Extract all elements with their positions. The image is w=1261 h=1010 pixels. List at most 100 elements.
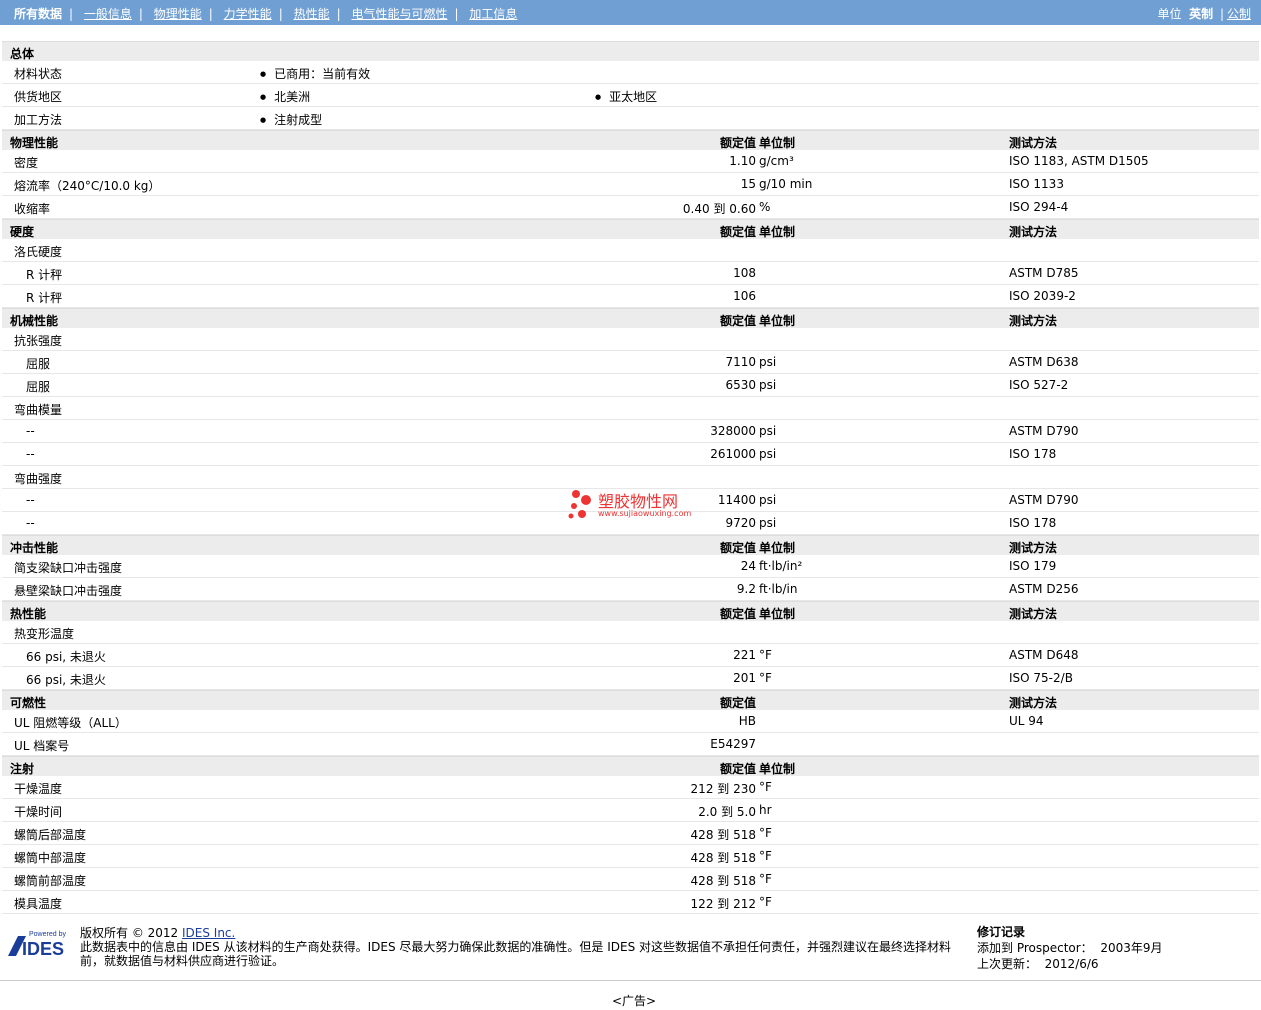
- row-unit: ft·lb/in²: [759, 559, 803, 573]
- group-label: 洛氏硬度: [14, 245, 63, 259]
- row-unit: hr: [759, 803, 772, 817]
- row-value: HB: [738, 714, 756, 728]
- row-value: 11400: [717, 493, 756, 507]
- table-row: 螺筒前部温度 428 到 518 °F: [2, 868, 1259, 891]
- col-header-unit: 单位制: [759, 762, 796, 776]
- revision-title: 修订记录: [977, 925, 1026, 939]
- section-header-mechanical: 机械性能 额定值 单位制 测试方法: [2, 308, 1259, 328]
- nav-thermal[interactable]: 热性能: [294, 7, 330, 21]
- row-value: E54297: [710, 737, 756, 751]
- table-row: 螺筒后部温度 428 到 518 °F: [2, 822, 1259, 845]
- row-label: --: [26, 424, 35, 438]
- updated-label: 上次更新：: [977, 957, 1038, 971]
- table-row: 螺筒中部温度 428 到 518 °F: [2, 845, 1259, 868]
- nav-mechanical[interactable]: 力学性能: [224, 7, 272, 21]
- unit-switch: 单位 英制 | 公制: [1157, 7, 1251, 21]
- group-label: 热变形温度: [14, 627, 75, 641]
- row-unit: °F: [759, 849, 772, 863]
- row-unit: psi: [759, 355, 777, 369]
- table-row: 屈服 7110 psi ASTM D638: [2, 351, 1259, 374]
- group-label: 抗张强度: [14, 334, 63, 348]
- col-header-unit: 单位制: [759, 225, 796, 239]
- row-value: 9720: [725, 516, 756, 530]
- row-label: 螺筒后部温度: [14, 828, 87, 842]
- table-row: 66 psi, 未退火 221 °F ASTM D648: [2, 644, 1259, 667]
- col-header-value: 额定值: [719, 607, 756, 621]
- section-header-impact: 冲击性能 额定值 单位制 测试方法: [2, 535, 1259, 555]
- section-header-injection: 注射 额定值 单位制: [2, 756, 1259, 776]
- row-method: UL 94: [1009, 714, 1044, 728]
- row-value: 9.2: [736, 582, 756, 596]
- row-unit: %: [759, 200, 771, 214]
- top-nav-bar: 所有数据 | 一般信息 | 物理性能 | 力学性能 | 热性能 | 电气性能与可燃性 | 加…: [0, 0, 1261, 25]
- row-value: 注射成型: [260, 111, 322, 128]
- table-row: 材料状态 已商用：当前有效: [2, 61, 1259, 84]
- watermark: 塑胶物性网 www.sujiaowuxing.com: [566, 488, 696, 522]
- row-label: 材料状态: [14, 67, 63, 81]
- group-row: 抗张强度: [2, 328, 1259, 351]
- table-row: 密度 1.10 g/cm³ ISO 1183, ASTM D1505: [2, 150, 1259, 173]
- row-label: --: [26, 516, 35, 530]
- section-header-flammability: 可燃性 额定值 测试方法: [2, 690, 1259, 710]
- table-row: 供货地区 北美洲 亚太地区: [2, 84, 1259, 107]
- col-header-unit: 单位制: [759, 607, 796, 621]
- row-method: ISO 294-4: [1009, 200, 1069, 214]
- watermark-dots-icon: [568, 490, 591, 519]
- svg-text:IDES: IDES: [22, 939, 64, 956]
- table-row: UL 阻燃等级（ALL） HB UL 94: [2, 710, 1259, 733]
- row-unit: psi: [759, 493, 777, 507]
- nav-electrical[interactable]: 电气性能与可燃性: [351, 7, 447, 21]
- row-unit: psi: [759, 424, 777, 438]
- group-label: 弯曲强度: [14, 472, 63, 486]
- row-label: 66 psi, 未退火: [26, 650, 106, 664]
- section-header-thermal: 热性能 额定值 单位制 测试方法: [2, 601, 1259, 621]
- nav-physical[interactable]: 物理性能: [154, 7, 202, 21]
- row-value: 428 到 518: [690, 874, 756, 888]
- row-method: ISO 178: [1009, 516, 1057, 530]
- group-row: 弯曲模量: [2, 397, 1259, 420]
- ad-label[interactable]: <广告>: [612, 992, 656, 1009]
- row-label: 供货地区: [14, 90, 63, 104]
- added-label: 添加到 Prospector：: [977, 941, 1093, 955]
- row-method: ISO 179: [1009, 559, 1057, 573]
- section-title: 冲击性能: [10, 541, 59, 555]
- row-label: 加工方法: [14, 113, 63, 127]
- divider: [0, 980, 1261, 981]
- nav-processing[interactable]: 加工信息: [469, 7, 517, 21]
- table-row: 简支梁缺口冲击强度 24 ft·lb/in² ISO 179: [2, 555, 1259, 578]
- ides-logo: Powered by IDES: [8, 928, 70, 959]
- row-label: 悬壁梁缺口冲击强度: [14, 584, 123, 598]
- table-row: -- 261000 psi ISO 178: [2, 443, 1259, 466]
- row-label: 干燥温度: [14, 782, 63, 796]
- table-row: 加工方法 注射成型: [2, 107, 1259, 130]
- col-header-unit: 单位制: [759, 136, 796, 150]
- unit-metric-link[interactable]: 公制: [1227, 7, 1251, 21]
- row-value: 108: [733, 266, 756, 280]
- disclaimer-text: 此数据表中的信息由 IDES 从该材料的生产商处获得。IDES 尽最大努力确保此…: [80, 940, 952, 968]
- row-value: 328000: [710, 424, 756, 438]
- nav-general-info[interactable]: 一般信息: [84, 7, 132, 21]
- table-row: 屈服 6530 psi ISO 527-2: [2, 374, 1259, 397]
- table-row: 66 psi, 未退火 201 °F ISO 75-2/B: [2, 667, 1259, 690]
- nav-all-data[interactable]: 所有数据: [14, 7, 62, 21]
- row-method: ISO 1183, ASTM D1505: [1009, 154, 1149, 168]
- row-value: 24: [740, 559, 756, 573]
- col-header-value: 额定值: [719, 541, 756, 555]
- ides-link[interactable]: IDES Inc.: [182, 926, 235, 940]
- row-value: 428 到 518: [690, 851, 756, 865]
- section-header-general: 总体: [2, 41, 1259, 61]
- ides-logo-icon: Powered by IDES: [8, 931, 66, 959]
- row-label: UL 档案号: [14, 739, 70, 753]
- table-row: R 计秤 106 ISO 2039-2: [2, 285, 1259, 308]
- table-row: 熔流率（240°C/10.0 kg） 15 g/10 min ISO 1133: [2, 173, 1259, 196]
- svg-text:Powered by: Powered by: [29, 931, 66, 938]
- col-header-value: 额定值: [719, 696, 756, 710]
- row-value: 201: [733, 671, 756, 685]
- row-method: ASTM D790: [1009, 424, 1079, 438]
- row-value: 106: [733, 289, 756, 303]
- col-header-value: 额定值: [719, 136, 756, 150]
- row-label: --: [26, 447, 35, 461]
- copyright-block: 版权所有 © 2012 IDES Inc. 此数据表中的信息由 IDES 从该材…: [80, 926, 960, 968]
- group-row: 弯曲强度: [2, 466, 1259, 489]
- row-value: 6530: [725, 378, 756, 392]
